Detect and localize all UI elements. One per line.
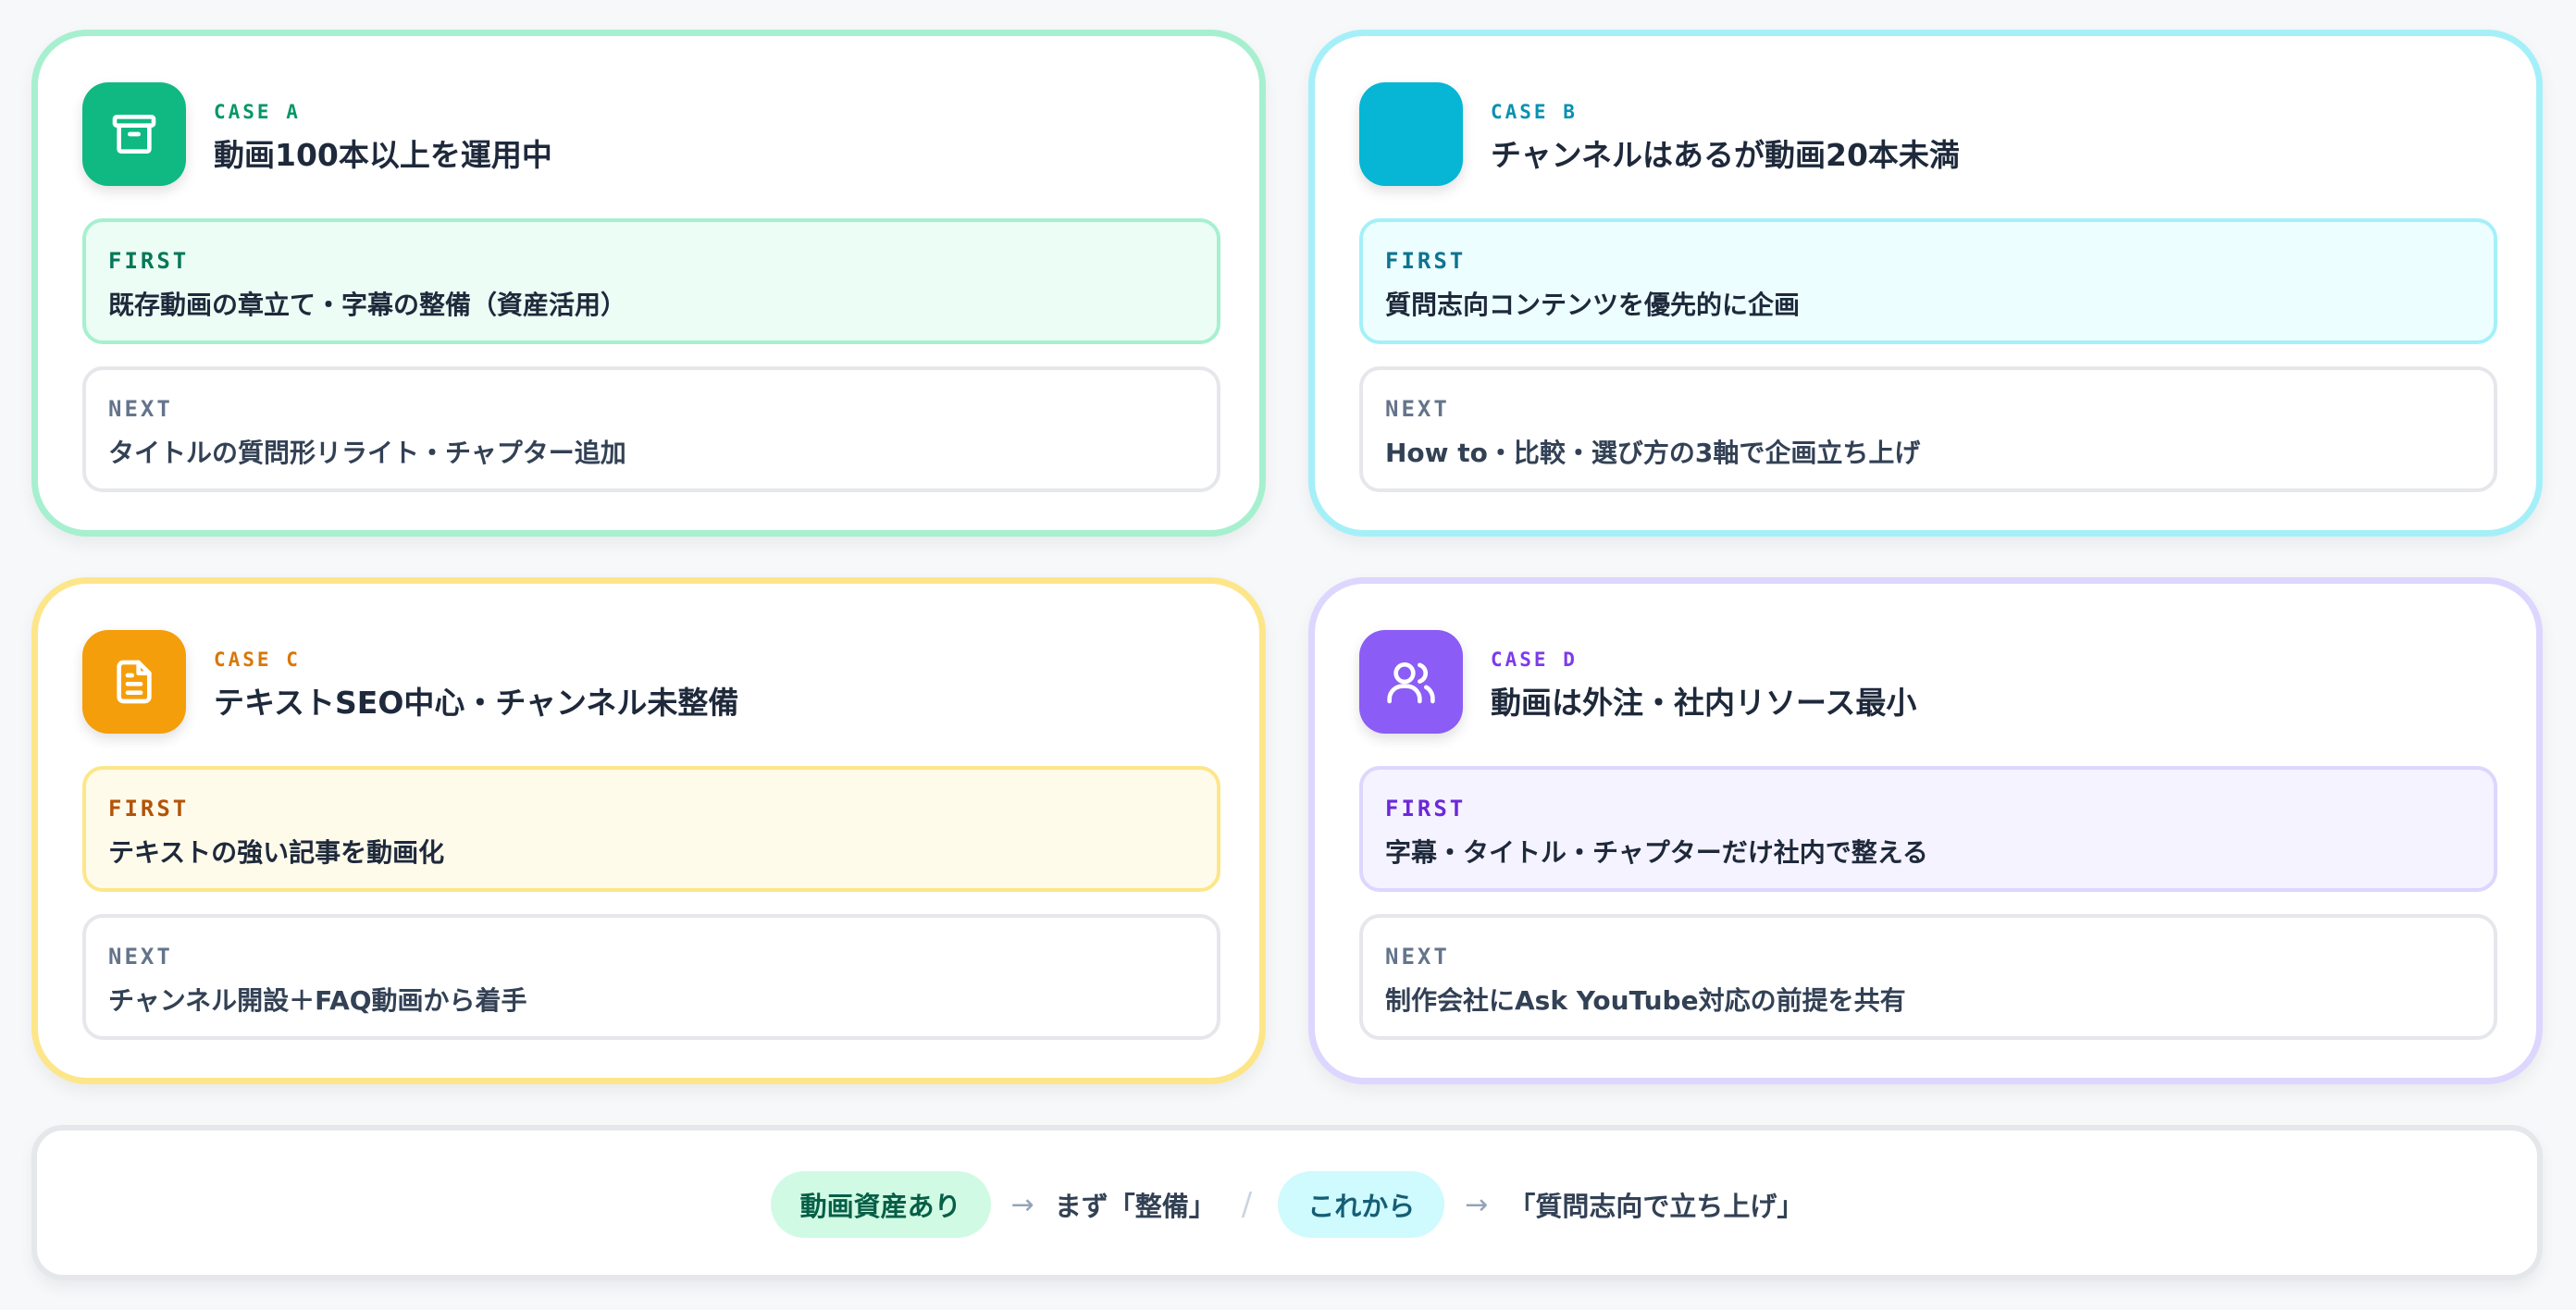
first-label: FIRST <box>108 248 190 274</box>
case-b-next-step: NEXT How to・比較・選び方の3軸で企画立ち上げ <box>1359 366 2497 492</box>
case-a-first-step: FIRST 既存動画の章立て・字幕の整備（資産活用） <box>82 218 1220 344</box>
next-text: 制作会社にAsk YouTube対応の前提を共有 <box>1385 985 1906 1016</box>
case-a-label: CASE A <box>214 101 301 123</box>
case-c-label: CASE C <box>214 649 301 671</box>
first-text: テキストの強い記事を動画化 <box>108 837 445 868</box>
summary-row: 動画資産あり → まず「整備」 / これから → 「質問志向で立ち上げ」 <box>37 1171 2537 1238</box>
case-b-title: チャンネルはあるが動画20本未満 <box>1491 137 1960 173</box>
case-d-icon-box <box>1359 630 1463 734</box>
arrow-right-icon: → <box>1465 1188 1489 1221</box>
first-text: 既存動画の章立て・字幕の整備（資産活用） <box>108 290 627 320</box>
from-now-pill: これから <box>1278 1171 1445 1238</box>
case-d-first-step: FIRST 字幕・タイトル・チャプターだけ社内で整える <box>1359 766 2497 892</box>
archive-icon <box>112 115 156 154</box>
arrow-right-icon: → <box>1010 1188 1034 1221</box>
case-d-label: CASE D <box>1491 649 1578 671</box>
next-label: NEXT <box>1385 944 1450 970</box>
case-a-card: CASE A 動画100本以上を運用中 FIRST 既存動画の章立て・字幕の整備… <box>31 30 1266 537</box>
document-icon <box>117 660 152 704</box>
next-text: タイトルの質問形リライト・チャプター追加 <box>108 438 626 468</box>
first-text: 質問志向コンテンツを優先的に企画 <box>1385 290 1801 320</box>
case-c-first-step: FIRST テキストの強い記事を動画化 <box>82 766 1220 892</box>
summary-bar: 動画資産あり → まず「整備」 / これから → 「質問志向で立ち上げ」 <box>31 1125 2543 1280</box>
case-d-next-step: NEXT 制作会社にAsk YouTube対応の前提を共有 <box>1359 914 2497 1040</box>
case-a-icon-box <box>82 82 186 186</box>
case-c-icon-box <box>82 630 186 734</box>
case-b-first-step: FIRST 質問志向コンテンツを優先的に企画 <box>1359 218 2497 344</box>
case-d-title: 動画は外注・社内リソース最小 <box>1491 685 1917 721</box>
first-label: FIRST <box>108 796 190 822</box>
case-b-card: CASE B チャンネルはあるが動画20本未満 FIRST 質問志向コンテンツを… <box>1308 30 2543 537</box>
case-b-label: CASE B <box>1491 101 1578 123</box>
next-label: NEXT <box>1385 396 1450 422</box>
first-label: FIRST <box>1385 248 1467 274</box>
case-b-icon-box <box>1359 82 1463 186</box>
next-text: How to・比較・選び方の3軸で企画立ち上げ <box>1385 438 1921 468</box>
case-d-card: CASE D 動画は外注・社内リソース最小 FIRST 字幕・タイトル・チャプタ… <box>1308 577 2543 1084</box>
separator: / <box>1241 1186 1253 1223</box>
video-assets-pill: 動画資産あり <box>770 1171 991 1238</box>
case-c-next-step: NEXT チャンネル開設＋FAQ動画から着手 <box>82 914 1220 1040</box>
case-c-title: テキストSEO中心・チャンネル未整備 <box>214 685 739 721</box>
case-a-title: 動画100本以上を運用中 <box>214 137 552 173</box>
next-label: NEXT <box>108 396 173 422</box>
case-a-next-step: NEXT タイトルの質問形リライト・チャプター追加 <box>82 366 1220 492</box>
next-text: チャンネル開設＋FAQ動画から着手 <box>108 985 527 1016</box>
first-text: 字幕・タイトル・チャプターだけ社内で整える <box>1385 837 1928 868</box>
summary-phrase-second: 「質問志向で立ち上げ」 <box>1508 1191 1804 1222</box>
next-label: NEXT <box>108 944 173 970</box>
case-c-card: CASE C テキストSEO中心・チャンネル未整備 FIRST テキストの強い記… <box>31 577 1266 1084</box>
summary-phrase-first: まず「整備」 <box>1054 1191 1216 1222</box>
first-label: FIRST <box>1385 796 1467 822</box>
users-icon <box>1387 662 1435 704</box>
